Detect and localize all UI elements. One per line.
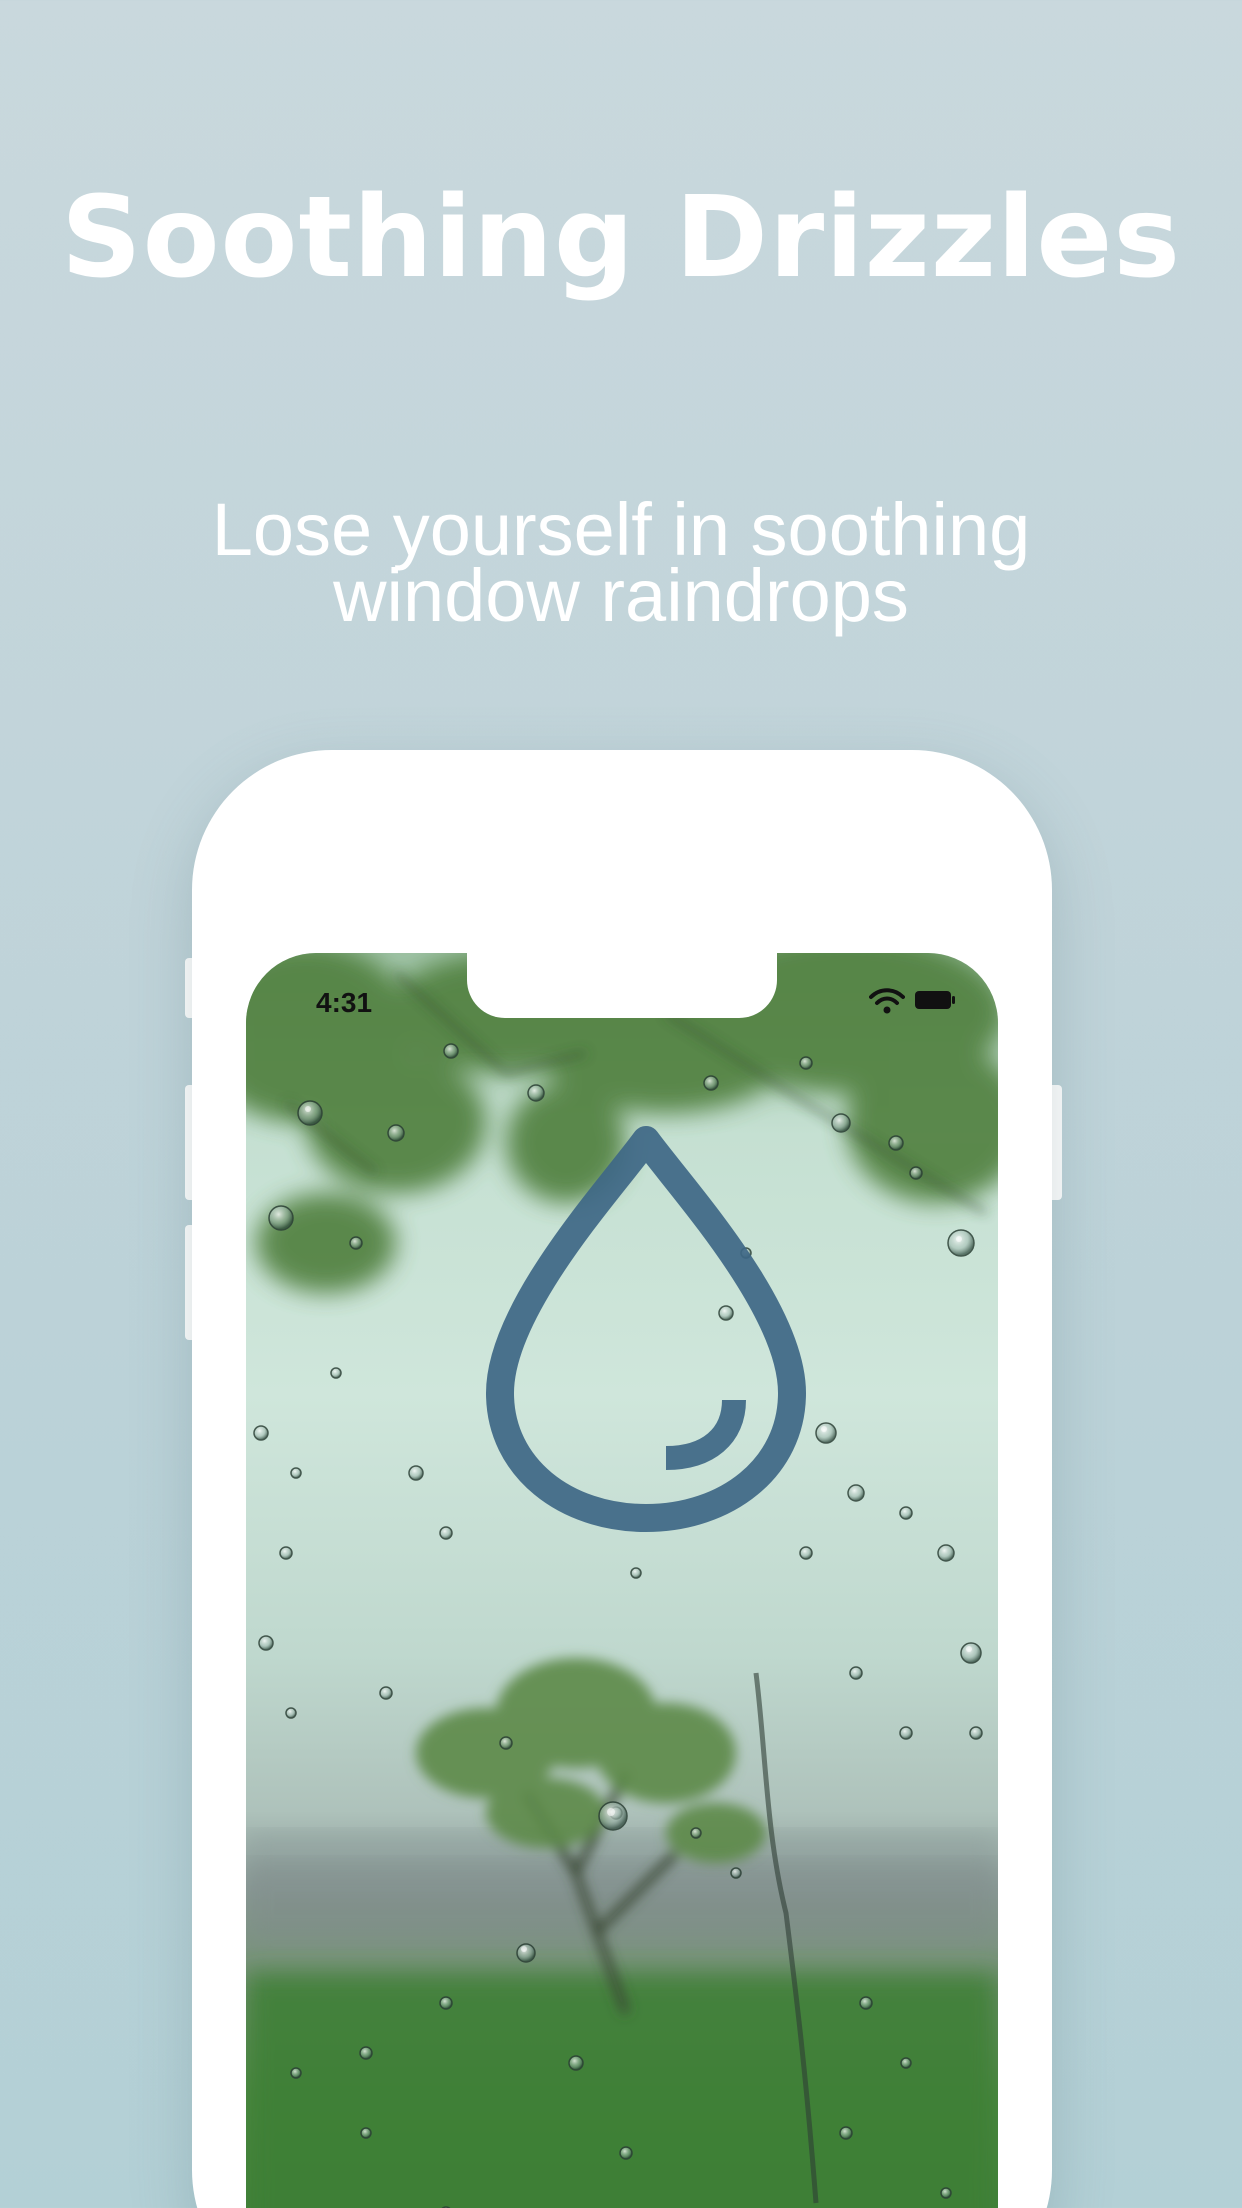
battery-icon xyxy=(915,991,955,1009)
subtitle-line-2: window raindrops xyxy=(333,554,909,637)
status-bar-time: 4:31 xyxy=(316,987,373,1018)
wifi-icon xyxy=(869,988,905,1014)
marketing-title: Soothing Drizzles xyxy=(60,173,1182,303)
raindrop-icon xyxy=(486,1126,806,1532)
marketing-subtitle: Lose yourself in soothing window raindro… xyxy=(0,493,1242,637)
phone-notch xyxy=(467,953,777,1018)
phone-screen: 4:31 xyxy=(246,953,998,2208)
